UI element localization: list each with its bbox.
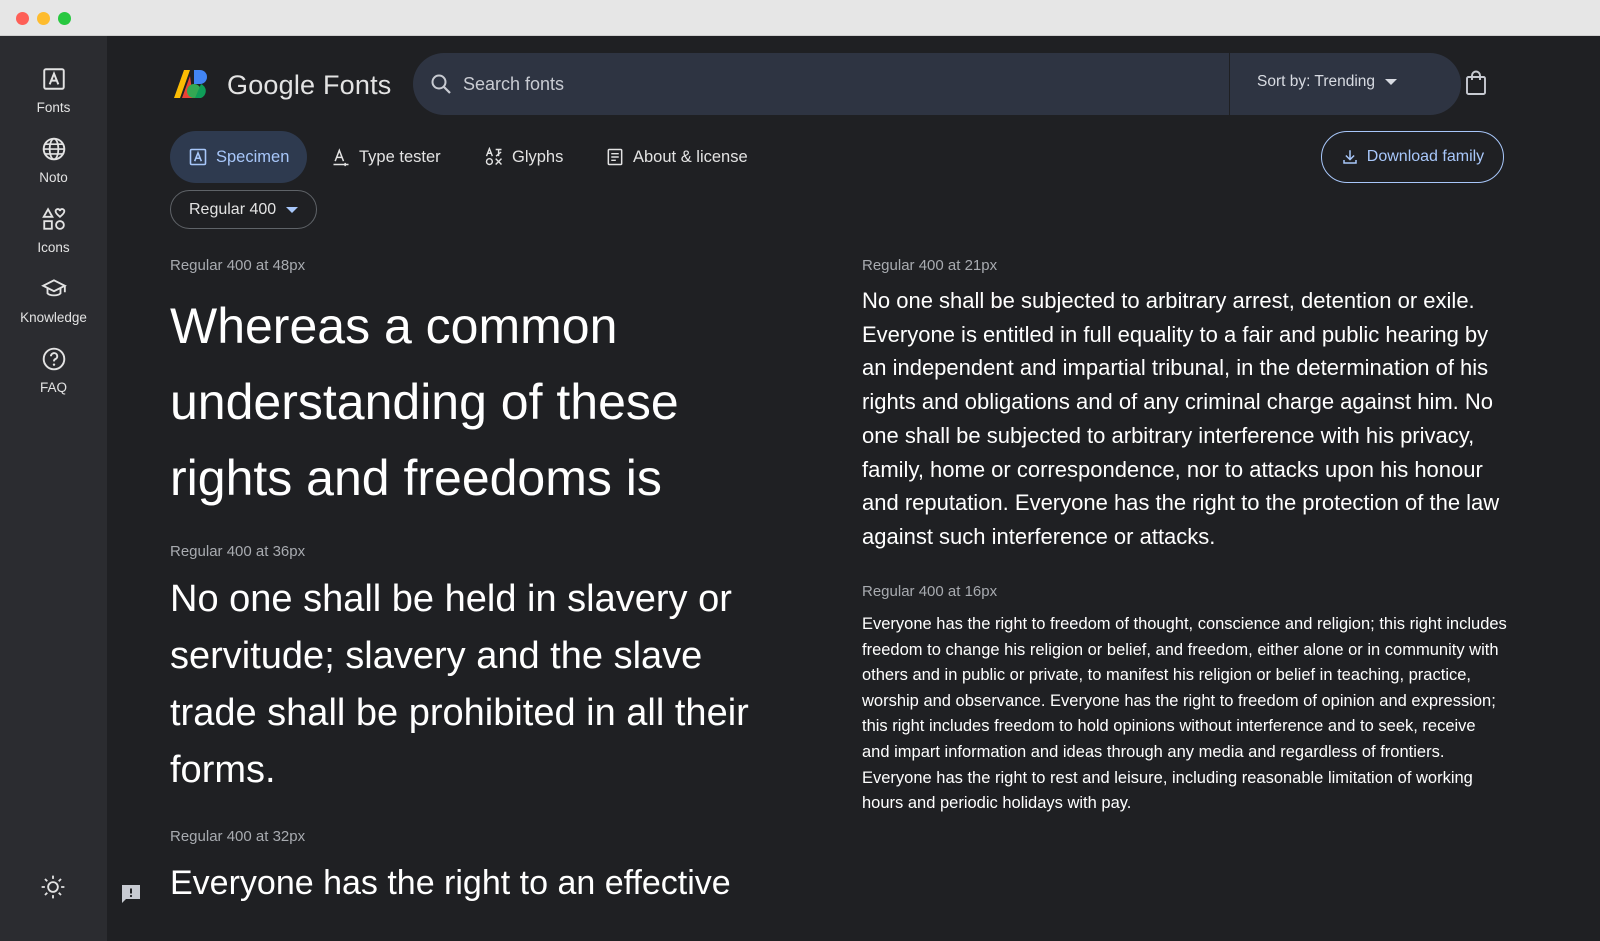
- search-input[interactable]: [463, 72, 1163, 96]
- feedback-icon[interactable]: [119, 882, 143, 906]
- tab-label: Glyphs: [512, 147, 564, 166]
- chevron-down-icon: [286, 206, 299, 213]
- variant-selected-value: Regular 400: [189, 200, 277, 218]
- sidebar-item-label: Fonts: [36, 100, 71, 115]
- sidebar-item-icons[interactable]: Icons: [0, 206, 107, 255]
- shopping-bag-icon[interactable]: [1464, 70, 1488, 96]
- sort-dropdown[interactable]: Sort by: Trending: [1257, 73, 1398, 91]
- sidebar-item-label: Knowledge: [20, 310, 87, 325]
- specimen-text[interactable]: No one shall be held in slavery or servi…: [170, 571, 790, 799]
- download-icon: [1343, 150, 1357, 164]
- globe-icon: [42, 137, 65, 161]
- tab-label: Type tester: [359, 147, 441, 166]
- school-icon: [40, 279, 67, 297]
- main-content: Google Fonts Sort by: Trending Specimen …: [107, 36, 1600, 941]
- sidebar-nav: Fonts Noto Icons Knowledge FAQ: [0, 36, 107, 941]
- specimen-label: Regular 400 at 16px: [862, 583, 998, 600]
- sidebar-item-label: Noto: [39, 170, 68, 185]
- chevron-down-icon: [1385, 79, 1398, 85]
- tab-glyphs[interactable]: Glyphs: [466, 131, 581, 183]
- tab-label: About & license: [633, 147, 748, 166]
- specimen-label: Regular 400 at 48px: [170, 257, 306, 274]
- minimize-window-button[interactable]: [37, 12, 50, 25]
- specimen-label: Regular 400 at 32px: [170, 828, 306, 845]
- download-label: Download family: [1366, 148, 1485, 165]
- search-bar[interactable]: Sort by: Trending: [413, 53, 1461, 115]
- divider: [1229, 53, 1230, 115]
- sidebar-item-label: Icons: [37, 240, 70, 255]
- specimen-text[interactable]: Everyone has the right to freedom of tho…: [862, 612, 1507, 817]
- sidebar-item-faq[interactable]: FAQ: [0, 346, 107, 395]
- specimen-label: Regular 400 at 36px: [170, 543, 306, 560]
- font-a-icon: [189, 148, 207, 166]
- font-a-icon: [42, 68, 65, 90]
- google-fonts-logo[interactable]: [173, 69, 213, 99]
- search-icon: [431, 74, 451, 94]
- download-family-button[interactable]: Download family: [1321, 131, 1504, 183]
- sun-icon[interactable]: [40, 874, 66, 900]
- specimen-label: Regular 400 at 21px: [862, 257, 998, 274]
- tab-specimen[interactable]: Specimen: [170, 131, 308, 183]
- tab-label: Specimen: [216, 147, 290, 166]
- tab-type-tester[interactable]: Type tester: [313, 131, 459, 183]
- sort-label: Sort by: Trending: [1257, 73, 1376, 90]
- tab-about-license[interactable]: About & license: [587, 131, 766, 183]
- sidebar-item-noto[interactable]: Noto: [0, 136, 107, 185]
- type-tester-icon: [333, 148, 349, 167]
- specimen-text[interactable]: Everyone has the right to an effective: [170, 859, 790, 907]
- glyphs-icon: [485, 147, 503, 166]
- close-window-button[interactable]: [16, 12, 29, 25]
- specimen-text[interactable]: No one shall be subjected to arbitrary a…: [862, 284, 1507, 554]
- sidebar-item-label: FAQ: [39, 380, 67, 395]
- maximize-window-button[interactable]: [58, 12, 71, 25]
- sidebar-item-fonts[interactable]: Fonts: [0, 66, 107, 115]
- sidebar-item-knowledge[interactable]: Knowledge: [0, 276, 107, 325]
- window-titlebar: [0, 0, 1600, 36]
- specimen-text[interactable]: Whereas a common understanding of these …: [170, 288, 790, 516]
- variant-dropdown[interactable]: Regular 400: [170, 190, 317, 229]
- article-icon: [607, 148, 623, 166]
- brand-title[interactable]: Google Fonts: [227, 70, 392, 101]
- shapes-icon: [41, 207, 65, 230]
- help-icon: [42, 347, 65, 371]
